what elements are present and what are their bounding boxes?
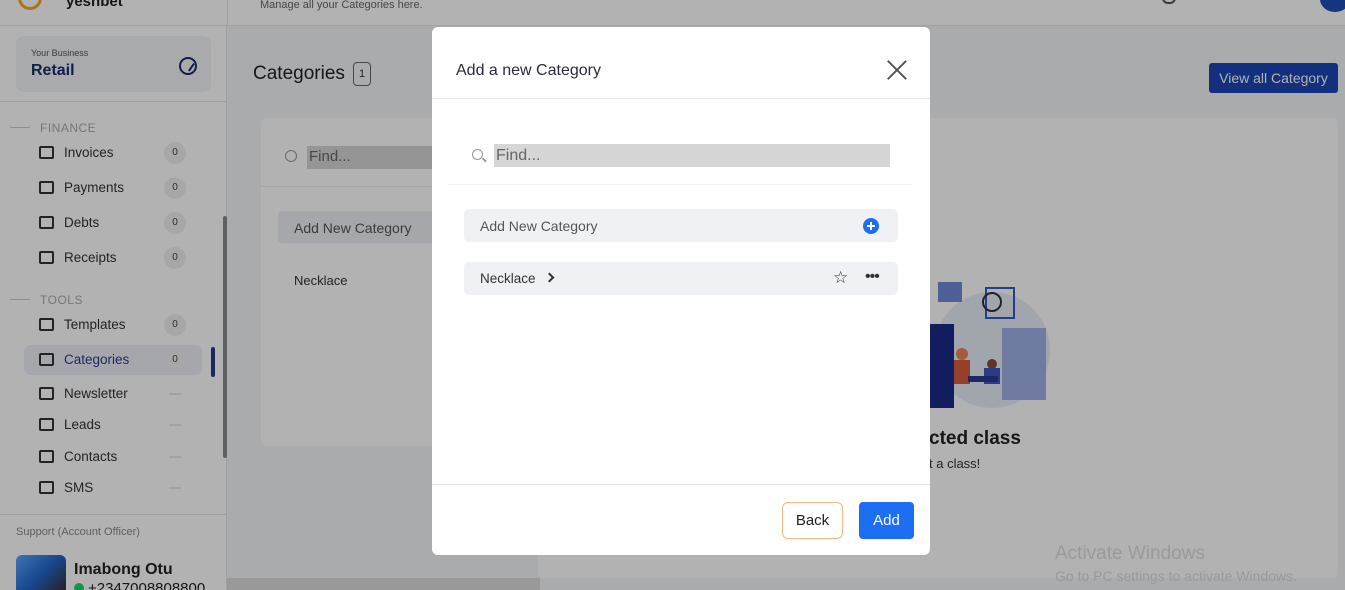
back-button[interactable]: Back: [782, 502, 843, 539]
modal-title: Add a new Category: [456, 62, 601, 79]
activate-windows-title: Activate Windows: [1055, 543, 1205, 564]
activate-windows-subtitle: Go to PC settings to activate Windows.: [1055, 568, 1297, 584]
divider: [432, 98, 930, 99]
close-icon[interactable]: [886, 59, 908, 81]
search-input[interactable]: [494, 144, 890, 167]
category-item[interactable]: Necklace ☆ •••: [464, 262, 898, 295]
chevron-right-icon[interactable]: [544, 272, 555, 283]
add-new-category-row[interactable]: Add New Category: [464, 209, 898, 242]
search-icon: [472, 149, 483, 160]
divider: [448, 184, 912, 185]
more-icon[interactable]: •••: [865, 267, 880, 287]
category-item-label: Necklace: [480, 271, 536, 286]
add-new-category-label: Add New Category: [480, 218, 598, 234]
plus-circle-icon[interactable]: [863, 218, 879, 234]
add-category-modal: Add a new Category Add New Category Neck…: [432, 27, 930, 555]
divider: [432, 484, 930, 485]
star-icon[interactable]: ☆: [833, 268, 848, 288]
add-button[interactable]: Add: [859, 502, 914, 539]
